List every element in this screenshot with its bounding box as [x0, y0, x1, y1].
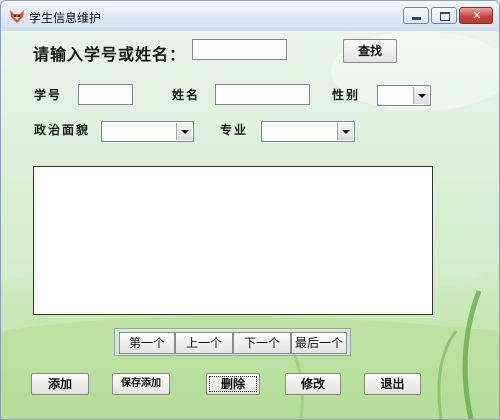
student-id-label: 学号 — [34, 88, 63, 102]
navigation-group: 第一个 上一个 下一个 最后一个 — [114, 328, 351, 356]
window-title: 学生信息维护 — [29, 11, 102, 25]
chevron-down-icon[interactable] — [176, 123, 192, 140]
maximize-button[interactable] — [431, 7, 457, 24]
title-bar[interactable]: 学生信息维护 ✕ — [1, 1, 499, 31]
modify-button[interactable]: 修改 — [285, 373, 341, 395]
chevron-down-icon[interactable] — [413, 87, 429, 104]
gender-select[interactable] — [377, 85, 431, 106]
major-label: 专业 — [220, 123, 249, 137]
find-button[interactable]: 查找 — [343, 39, 397, 63]
gender-label: 性别 — [332, 88, 361, 102]
search-input[interactable] — [192, 39, 287, 60]
previous-record-button[interactable]: 上一个 — [175, 332, 233, 354]
major-select[interactable] — [261, 121, 355, 142]
name-input[interactable] — [215, 84, 310, 105]
next-record-button[interactable]: 下一个 — [233, 332, 291, 354]
name-label: 姓名 — [172, 88, 201, 102]
political-label: 政治面貌 — [34, 123, 91, 137]
chevron-down-icon[interactable] — [337, 123, 353, 140]
close-button[interactable]: ✕ — [459, 7, 493, 24]
record-list[interactable] — [33, 166, 433, 315]
delete-button[interactable]: 删除 — [206, 373, 260, 395]
political-select[interactable] — [101, 121, 194, 142]
last-record-button[interactable]: 最后一个 — [291, 332, 347, 354]
search-label: 请输入学号或姓名： — [33, 45, 187, 64]
first-record-button[interactable]: 第一个 — [119, 332, 175, 354]
student-id-input[interactable] — [78, 84, 133, 105]
add-button[interactable]: 添加 — [31, 373, 89, 395]
close-icon: ✕ — [472, 9, 482, 22]
minimize-button[interactable] — [403, 7, 429, 24]
minimize-icon — [412, 17, 421, 20]
form-area: 请输入学号或姓名： 查找 学号 姓名 性别 政治面貌 专业 第一个 上一个 下一… — [1, 31, 499, 419]
student-info-window: 学生信息维护 ✕ 请输入学号或姓名： 查找 学号 姓名 性别 政治面貌 专业 第… — [0, 0, 500, 420]
exit-button[interactable]: 退出 — [364, 373, 421, 395]
fox-icon — [10, 10, 24, 23]
maximize-icon — [440, 12, 450, 21]
save-add-button[interactable]: 保存添加 — [112, 373, 170, 395]
